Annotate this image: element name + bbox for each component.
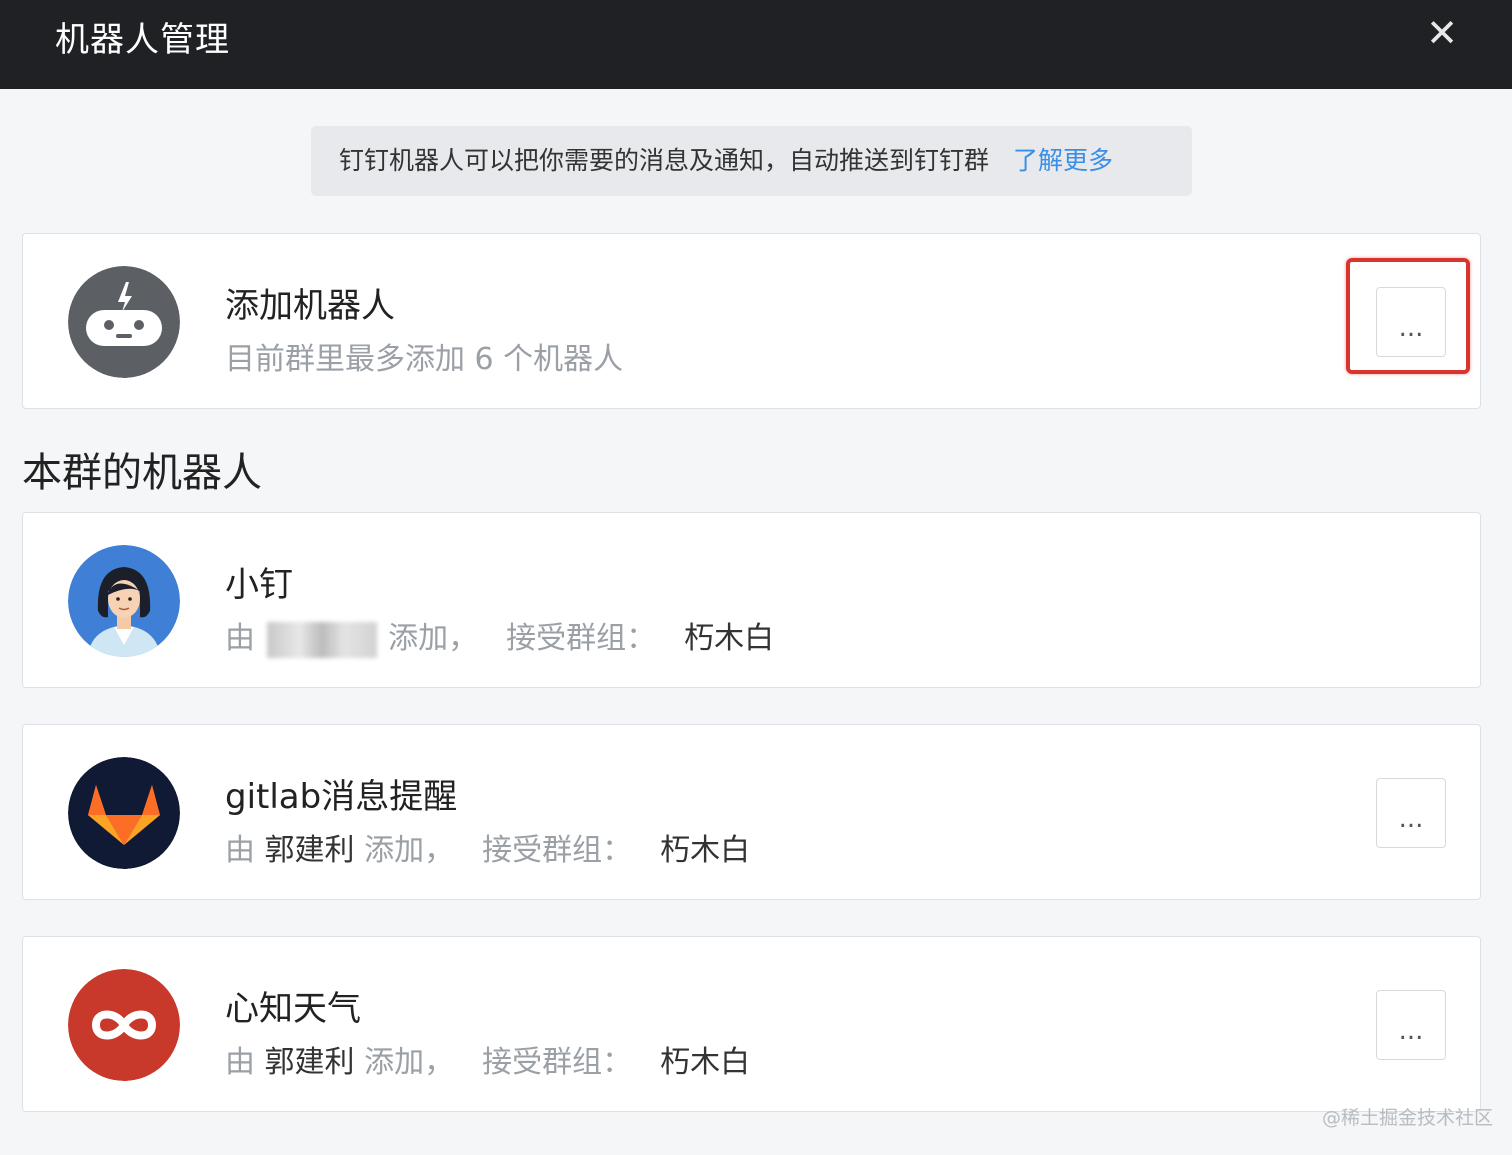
more-button[interactable]: ... [1376,990,1446,1060]
robot-meta: 由 郭建利 添加， 接受群组： 朽木白 [225,825,750,869]
watermark: @稀土掘金技术社区 [1322,1107,1494,1129]
robot-meta: 由 郭建利 添加， 接受群组： 朽木白 [225,1037,750,1081]
robot-name: gitlab消息提醒 [225,777,458,817]
by-text: 由 [225,1045,255,1080]
group-label: 接受群组： [506,621,657,656]
add-robot-description: 目前群里最多添加 6 个机器人 [225,342,624,377]
robot-icon [68,266,180,378]
more-button[interactable]: ... [1376,778,1446,848]
added-text: 添加， [364,833,455,868]
section-title: 本群的机器人 [22,450,262,496]
by-text: 由 [225,621,255,656]
added-text: 添加， [364,1045,455,1080]
group-name: 朽木白 [684,621,775,656]
added-text: 添加， [388,621,479,656]
group-name: 朽木白 [660,1045,751,1080]
by-text: 由 [225,833,255,868]
robot-card-weather[interactable]: 心知天气 由 郭建利 添加， 接受群组： 朽木白 ... [22,936,1481,1112]
dialog-title: 机器人管理 [55,20,230,60]
robot-name: 小钉 [225,565,293,605]
robot-card-gitlab[interactable]: gitlab消息提醒 由 郭建利 添加， 接受群组： 朽木白 ... [22,724,1481,900]
banner-text: 钉钉机器人可以把你需要的消息及通知，自动推送到钉钉群 [339,146,990,175]
close-icon[interactable]: ✕ [1418,12,1466,54]
group-name: 朽木白 [660,833,751,868]
infinity-logo-icon [68,969,180,1081]
more-button[interactable]: ... [1376,287,1446,357]
title-bar: 机器人管理 ✕ [0,0,1512,89]
group-label: 接受群组： [482,833,633,868]
robot-meta: 由 添加， 接受群组： 朽木白 [225,613,774,658]
add-robot-title: 添加机器人 [225,286,395,326]
info-banner: 钉钉机器人可以把你需要的消息及通知，自动推送到钉钉群 了解更多 [311,126,1192,196]
robot-card-xiaoding[interactable]: 小钉 由 添加， 接受群组： 朽木白 [22,512,1481,688]
blurred-adder-name [266,621,377,658]
woman-avatar-icon [68,545,180,657]
add-robot-card[interactable]: 添加机器人 目前群里最多添加 6 个机器人 ... [22,233,1481,409]
gitlab-fox-icon [68,757,180,869]
learn-more-link[interactable]: 了解更多 [1013,146,1113,175]
robot-name: 心知天气 [225,989,361,1029]
adder-name: 郭建利 [264,1045,355,1080]
group-label: 接受群组： [482,1045,633,1080]
adder-name: 郭建利 [264,833,355,868]
